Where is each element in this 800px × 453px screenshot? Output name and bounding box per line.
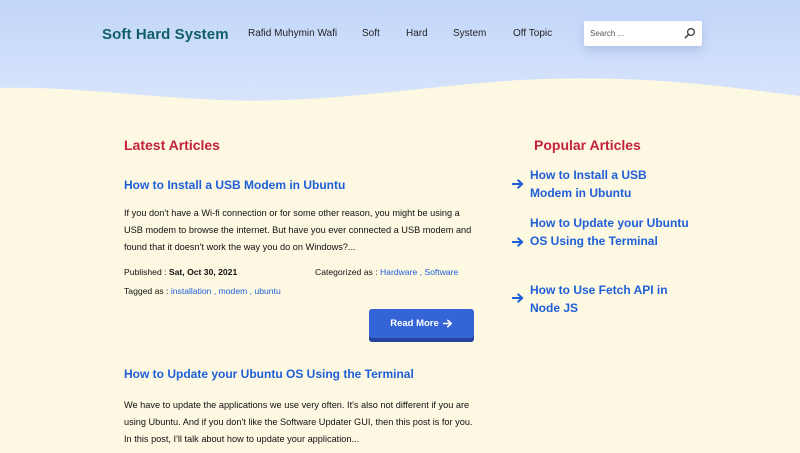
nav-item-soft[interactable]: Soft xyxy=(362,28,380,39)
nav-item-author[interactable]: Rafid Muhymin Wafi xyxy=(248,28,337,39)
tag-link-installation[interactable]: installation xyxy=(171,286,212,296)
nav-item-off-topic[interactable]: Off Topic xyxy=(513,28,552,39)
categories-meta: Categorized as : Hardware , Software xyxy=(315,267,459,277)
article-title-usb-modem[interactable]: How to Install a USB Modem in Ubuntu xyxy=(124,178,345,192)
nav-item-hard[interactable]: Hard xyxy=(406,28,428,39)
popular-link-update-ubuntu[interactable]: How to Update your Ubuntu OS Using the T… xyxy=(530,214,690,250)
arrow-right-icon xyxy=(442,319,452,328)
arrow-right-icon xyxy=(512,179,524,189)
latest-articles-heading: Latest Articles xyxy=(124,137,220,153)
popular-articles-heading: Popular Articles xyxy=(534,137,641,153)
read-more-label: Read More xyxy=(390,318,439,329)
category-link-hardware[interactable]: Hardware xyxy=(380,267,417,277)
arrow-right-icon xyxy=(512,293,524,303)
popular-link-fetch-api[interactable]: How to Use Fetch API in Node JS xyxy=(530,281,690,317)
read-more-button[interactable]: Read More xyxy=(369,309,474,338)
site-header: Soft Hard System Rafid Muhymin Wafi Soft… xyxy=(0,0,800,110)
article-excerpt-update-ubuntu: We have to update the applications we us… xyxy=(124,400,473,444)
site-brand[interactable]: Soft Hard System xyxy=(102,26,229,43)
tag-link-ubuntu[interactable]: ubuntu xyxy=(254,286,280,296)
nav-item-system[interactable]: System xyxy=(453,28,486,39)
search-box xyxy=(584,21,702,46)
categorized-label: Categorized as : xyxy=(315,267,380,277)
published-meta: Published : Sat, Oct 30, 2021 xyxy=(124,267,237,277)
search-icon[interactable] xyxy=(684,27,696,39)
published-label: Published : xyxy=(124,267,169,277)
article-title-update-ubuntu[interactable]: How to Update your Ubuntu OS Using the T… xyxy=(124,367,414,381)
header-wave-background xyxy=(0,0,800,101)
tagged-label: Tagged as : xyxy=(124,286,171,296)
popular-link-usb-modem[interactable]: How to Install a USB Modem in Ubuntu xyxy=(530,166,690,202)
arrow-right-icon xyxy=(512,237,524,247)
category-link-software[interactable]: Software xyxy=(424,267,458,277)
article-excerpt-usb-modem: If you don't have a Wi-fi connection or … xyxy=(124,208,472,252)
search-input[interactable] xyxy=(590,25,682,42)
published-date: Sat, Oct 30, 2021 xyxy=(168,267,238,277)
tags-meta: Tagged as : installation , modem , ubunt… xyxy=(124,286,281,296)
tag-link-modem[interactable]: modem xyxy=(219,286,248,296)
